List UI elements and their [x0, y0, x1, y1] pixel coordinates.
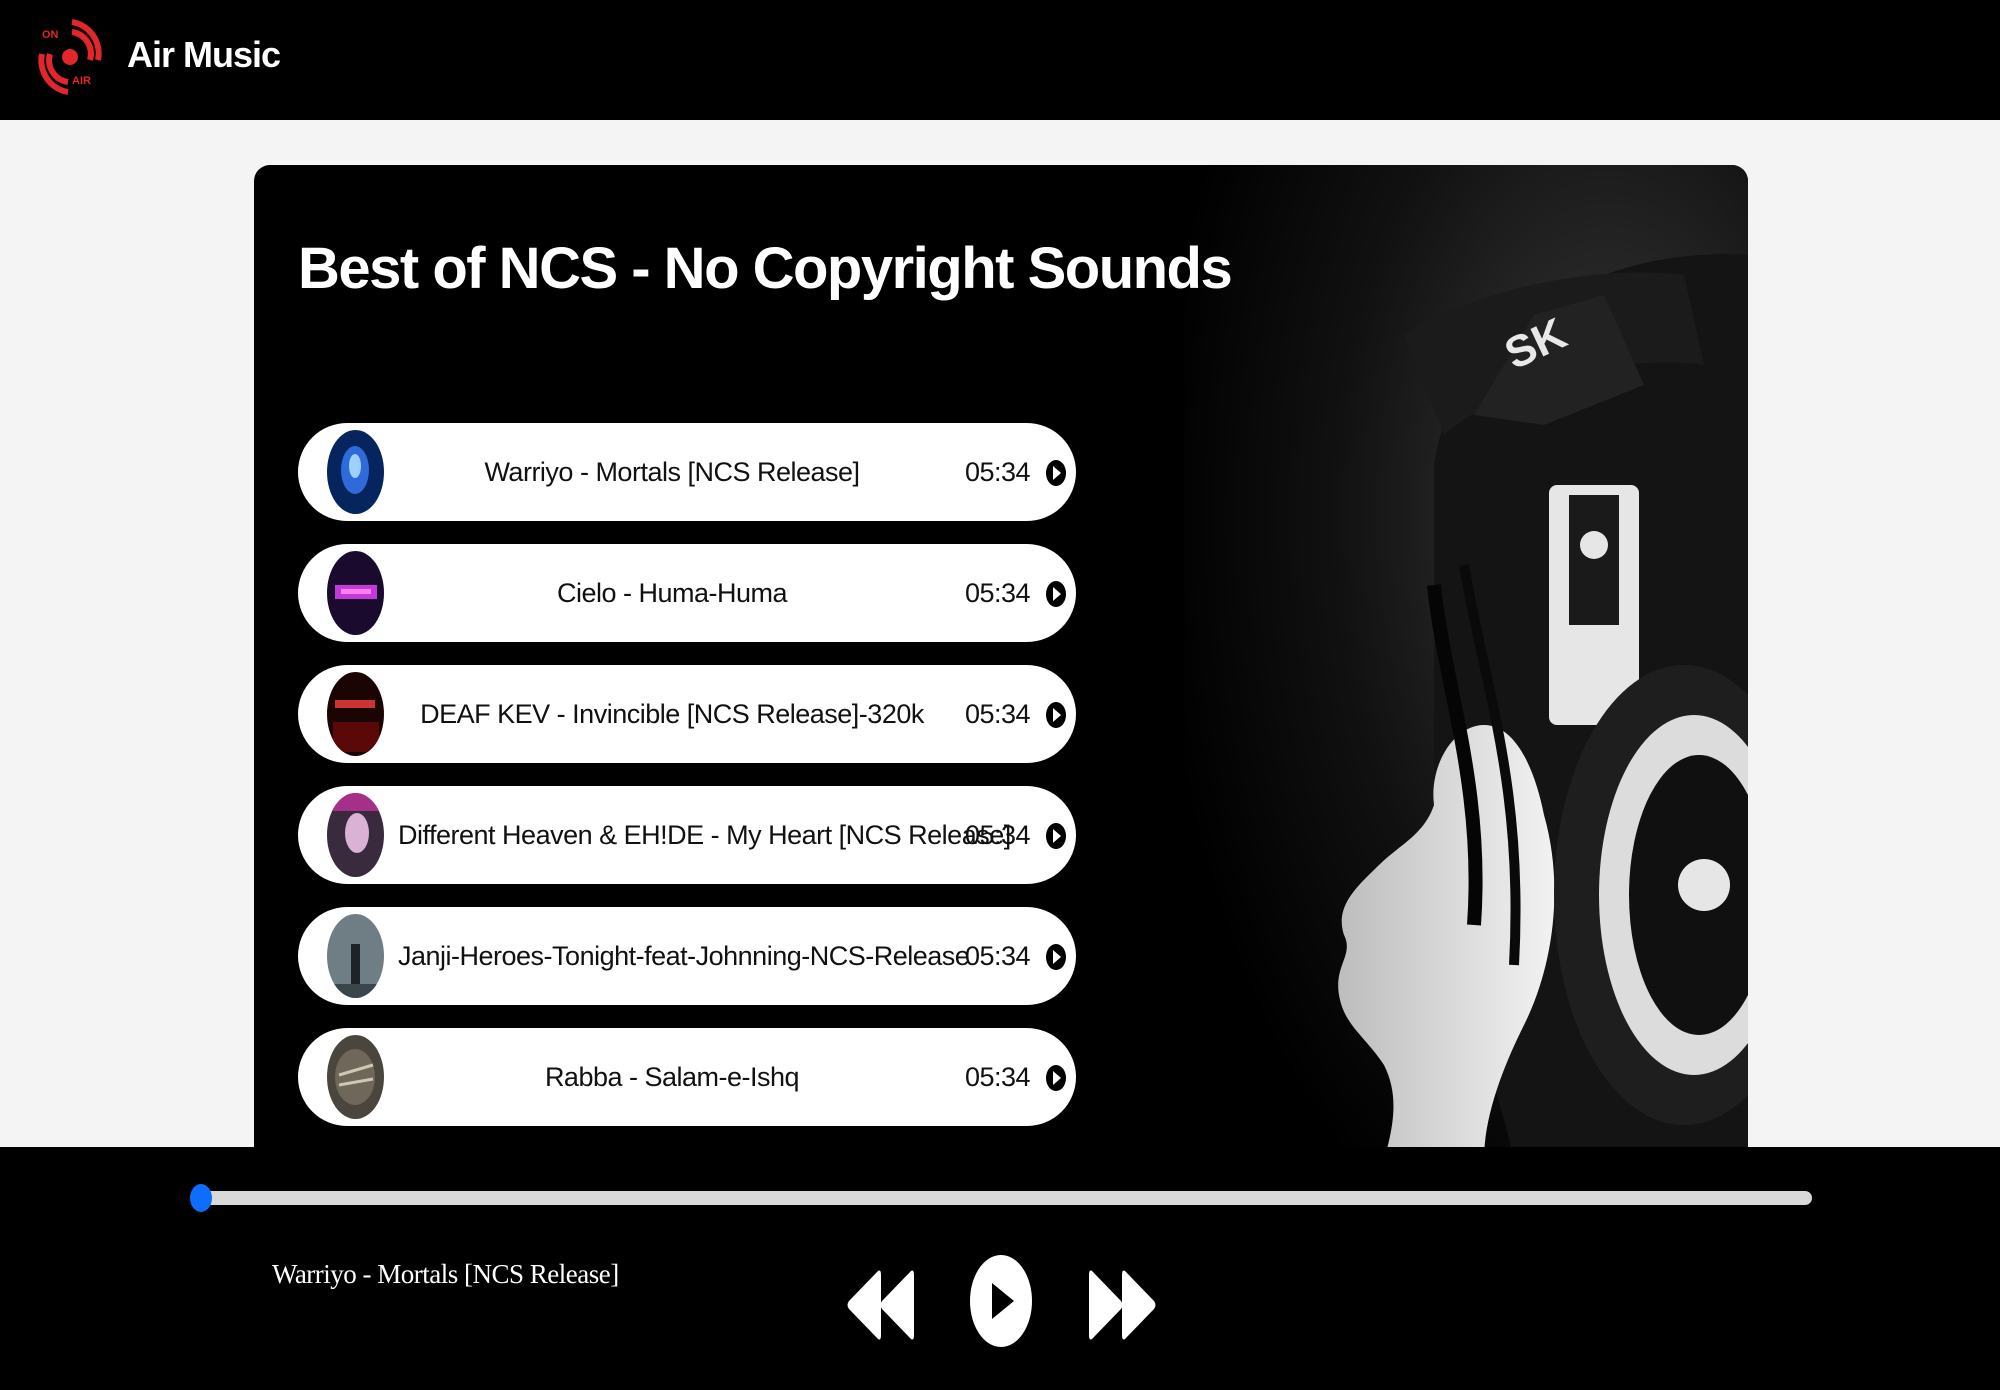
play-circle-icon[interactable]	[1045, 943, 1067, 971]
track-title: Janji-Heroes-Tonight-feat-Johnning-NCS-R…	[398, 941, 970, 971]
on-air-logo-icon[interactable]: ON AIR	[38, 14, 102, 100]
track-item[interactable]: Cielo - Huma-Huma 05:34	[298, 544, 1076, 642]
album-art	[327, 551, 384, 635]
track-title: Cielo - Huma-Huma	[556, 578, 788, 608]
progress-handle[interactable]	[190, 1184, 212, 1212]
playlist-title: Best of NCS - No Copyright Sounds	[298, 236, 1233, 301]
play-circle-icon[interactable]	[1045, 822, 1067, 850]
play-circle-icon[interactable]	[1045, 459, 1067, 487]
track-item[interactable]: Janji-Heroes-Tonight-feat-Johnning-NCS-R…	[298, 907, 1076, 1005]
top-navbar: ON AIR Air Music	[0, 0, 2000, 120]
track-item[interactable]: DEAF KEV - Invincible [NCS Release]-320k…	[298, 665, 1076, 763]
next-button[interactable]	[1088, 1265, 1158, 1345]
playlist-card: SK Best of NCS - No Copyright Sounds War…	[254, 165, 1748, 1160]
track-duration: 05:34	[965, 941, 1031, 971]
svg-text:ON: ON	[42, 29, 59, 41]
track-title: Different Heaven & EH!DE - My Heart [NCS…	[398, 820, 1011, 850]
track-duration: 05:34	[965, 820, 1031, 850]
brand-name[interactable]: Air Music	[127, 34, 281, 76]
track-title: Rabba - Salam-e-Ishq	[544, 1062, 800, 1092]
forward-icon	[1089, 1270, 1156, 1340]
previous-button[interactable]	[845, 1265, 915, 1345]
backward-icon	[847, 1270, 914, 1340]
track-item[interactable]: Different Heaven & EH!DE - My Heart [NCS…	[298, 786, 1076, 884]
album-art	[327, 1035, 384, 1119]
track-item[interactable]: Warriyo - Mortals [NCS Release] 05:34	[298, 423, 1076, 521]
play-circle-icon[interactable]	[1045, 580, 1067, 608]
hero-image: SK	[1184, 165, 1748, 1160]
track-duration: 05:34	[965, 1062, 1031, 1092]
progress-bar[interactable]	[198, 1191, 1812, 1205]
svg-text:AIR: AIR	[72, 75, 91, 87]
play-circle-icon[interactable]	[1045, 1064, 1067, 1092]
album-art	[327, 793, 384, 877]
track-item[interactable]: Rabba - Salam-e-Ishq 05:34	[298, 1028, 1076, 1126]
now-playing-title: Warriyo - Mortals [NCS Release]	[272, 1259, 619, 1289]
album-art	[327, 914, 384, 998]
play-circle-icon	[970, 1255, 1032, 1347]
play-button[interactable]	[968, 1253, 1034, 1349]
track-duration: 05:34	[965, 578, 1031, 608]
track-duration: 05:34	[965, 457, 1031, 487]
track-title: DEAF KEV - Invincible [NCS Release]-320k	[420, 699, 924, 729]
track-title: Warriyo - Mortals [NCS Release]	[484, 457, 860, 487]
album-art	[327, 672, 384, 756]
track-duration: 05:34	[965, 699, 1031, 729]
player-bar: Warriyo - Mortals [NCS Release]	[0, 1147, 2000, 1390]
track-list: Warriyo - Mortals [NCS Release] 05:34 Ci…	[298, 423, 1076, 1149]
album-art	[327, 430, 384, 514]
play-circle-icon[interactable]	[1045, 701, 1067, 729]
